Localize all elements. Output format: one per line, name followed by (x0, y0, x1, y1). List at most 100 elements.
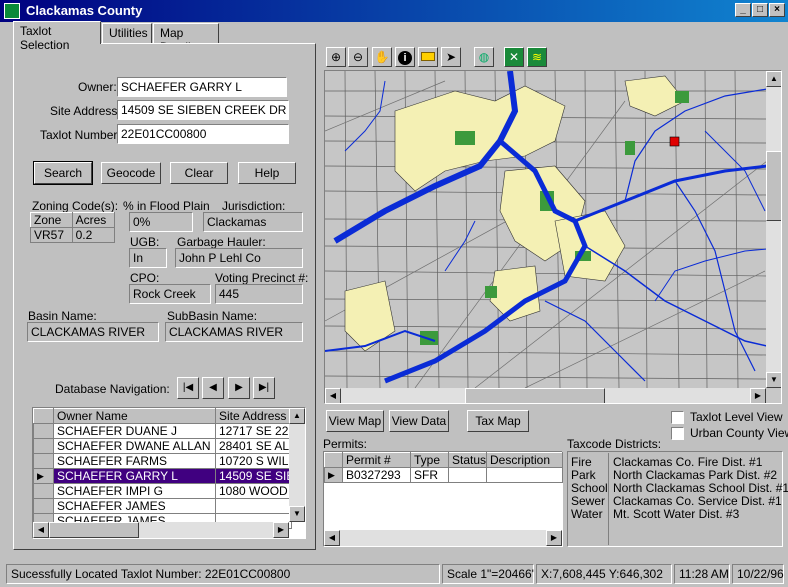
table-row[interactable]: SCHAEFER DWANE ALLAN 28401 SE ALD (33, 438, 292, 454)
permit-number-cell[interactable]: B0327293 (342, 467, 411, 483)
globe-icon[interactable]: ◍ (474, 47, 494, 67)
selected-parcel-marker[interactable] (669, 136, 680, 147)
owner-cell[interactable]: SCHAEFER DWANE ALLAN (53, 438, 216, 454)
zoom-out-icon[interactable]: ⊖ (348, 47, 368, 67)
minimize-button[interactable]: _ (735, 3, 751, 17)
select-arrow-icon[interactable]: ➤ (441, 47, 461, 67)
map-canvas[interactable] (325, 71, 767, 388)
pan-hand-icon[interactable]: ✋ (372, 47, 392, 67)
scroll-left-arrow-icon[interactable]: ◀ (33, 522, 49, 538)
address-cell[interactable]: 10720 S WILD (215, 453, 292, 469)
site-address-field[interactable]: 14509 SE SIEBEN CREEK DR C (117, 100, 289, 120)
cross-tool-icon[interactable]: ✕ (504, 47, 524, 67)
last-record-button[interactable]: ▶| (253, 377, 275, 399)
tab-map-detail[interactable]: Map Detail (153, 23, 219, 54)
urban-county-checkbox[interactable] (671, 427, 684, 440)
taxlot-number-field[interactable]: 22E01CC00800 (117, 124, 289, 144)
permit-description-cell[interactable] (486, 467, 563, 483)
map-view[interactable]: ▲ ▼ ◀ ▶ (324, 70, 782, 404)
permit-number-col-header[interactable]: Permit # (342, 452, 411, 468)
map-hscroll-thumb[interactable] (465, 388, 605, 403)
address-cell[interactable]: 1080 WOOD (215, 483, 292, 499)
scroll-thumb[interactable] (49, 522, 139, 538)
permits-grid[interactable]: Permit # Type Status Description ▶ B0327… (323, 451, 563, 547)
current-row-arrow-icon: ▶ (324, 467, 343, 483)
row-indicator (33, 438, 54, 454)
map-scroll-up-arrow-icon[interactable]: ▲ (766, 71, 781, 87)
address-cell[interactable]: 14509 SE SIEB (215, 468, 292, 484)
help-button[interactable]: Help (238, 162, 296, 184)
table-row[interactable]: ▶ B0327293 SFR (324, 467, 563, 483)
taxcode-kind: Sewer (571, 494, 606, 508)
first-record-button[interactable]: |◀ (177, 377, 199, 399)
zoom-in-icon[interactable]: ⊕ (326, 47, 346, 67)
permit-status-col-header[interactable]: Status (448, 452, 487, 468)
next-record-button[interactable]: ▶ (228, 377, 250, 399)
scroll-right-arrow-icon[interactable]: ▶ (273, 522, 289, 538)
table-row-selected[interactable]: ▶SCHAEFER GARRY L14509 SE SIEB (33, 468, 292, 484)
info-icon[interactable]: i (395, 47, 415, 67)
layers-icon[interactable]: ≋ (527, 47, 547, 67)
row-indicator (33, 423, 54, 439)
voting-precinct-label: Voting Precinct #: (215, 271, 309, 285)
table-row[interactable]: SCHAEFER FARMS 10720 S WILD (33, 453, 292, 469)
table-row[interactable]: SCHAEFER IMPI G 1080 WOOD (33, 483, 292, 499)
owner-cell[interactable]: SCHAEFER JAMES (53, 498, 216, 514)
row-indicator-header (33, 408, 54, 424)
permit-status-cell[interactable] (448, 467, 487, 483)
status-scale: Scale 1"=20466' (442, 564, 534, 584)
view-map-button[interactable]: View Map (326, 410, 384, 432)
site-address-col-header[interactable]: Site Address (215, 408, 292, 424)
scroll-down-arrow-icon[interactable]: ▼ (289, 506, 305, 522)
tab-utilities[interactable]: Utilities (102, 23, 152, 43)
owner-grid-vscrollbar[interactable]: ▲ ▼ (289, 408, 305, 522)
permit-description-col-header[interactable]: Description (486, 452, 563, 468)
permit-type-col-header[interactable]: Type (410, 452, 449, 468)
address-cell[interactable]: 28401 SE ALD (215, 438, 292, 454)
map-vscroll-thumb[interactable] (766, 151, 781, 221)
owner-name-col-header[interactable]: Owner Name (53, 408, 216, 424)
taxcode-district: Mt. Scott Water Dist. #3 (613, 507, 740, 521)
map-scroll-left-arrow-icon[interactable]: ◀ (325, 388, 341, 403)
owner-cell[interactable]: SCHAEFER DUANE J (53, 423, 216, 439)
cpo-field: Rock Creek (129, 284, 211, 304)
owner-cell[interactable]: SCHAEFER FARMS (53, 453, 216, 469)
owner-grid[interactable]: Owner Name Site Address SCHAEFER DUANE J… (32, 407, 306, 539)
prev-record-button[interactable]: ◀ (202, 377, 224, 399)
permits-scroll-right-arrow-icon[interactable]: ▶ (546, 530, 562, 546)
voting-precinct-field: 445 (215, 284, 303, 304)
tab-taxlot-selection[interactable]: Taxlot Selection (13, 21, 101, 52)
acres-value: 0.2 (71, 227, 116, 243)
table-row[interactable]: SCHAEFER JAMES (33, 498, 292, 514)
garbage-hauler-label: Garbage Hauler: (177, 235, 266, 249)
map-scroll-down-arrow-icon[interactable]: ▼ (766, 372, 781, 388)
permits-scroll-left-arrow-icon[interactable]: ◀ (324, 530, 340, 546)
tax-map-button[interactable]: Tax Map (467, 410, 529, 432)
address-cell[interactable] (215, 498, 292, 514)
owner-cell[interactable]: SCHAEFER GARRY L (53, 468, 216, 484)
owner-field[interactable]: SCHAEFER GARRY L (117, 77, 287, 97)
taxlot-level-label: Taxlot Level View (690, 410, 783, 424)
permit-type-cell[interactable]: SFR (410, 467, 449, 483)
clear-button[interactable]: Clear (170, 162, 228, 184)
geocode-button[interactable]: Geocode (101, 162, 161, 184)
basin-name-label: Basin Name: (28, 309, 97, 323)
permit-indicator-header (324, 452, 343, 468)
search-button[interactable]: Search (33, 161, 93, 185)
label-icon[interactable] (418, 47, 438, 67)
flood-plain-label: % in Flood Plain (123, 199, 210, 213)
permits-hscrollbar[interactable]: ◀ ▶ (324, 530, 562, 546)
owner-grid-hscrollbar[interactable]: ◀ ▶ (33, 522, 289, 538)
cpo-label: CPO: (130, 271, 160, 285)
map-vscrollbar[interactable]: ▲ ▼ (766, 71, 781, 388)
address-cell[interactable]: 12717 SE 22N (215, 423, 292, 439)
scroll-up-arrow-icon[interactable]: ▲ (289, 408, 305, 424)
maximize-button[interactable]: □ (752, 3, 768, 17)
taxlot-level-checkbox[interactable] (671, 411, 684, 424)
map-hscrollbar[interactable]: ◀ ▶ (325, 388, 766, 403)
owner-cell[interactable]: SCHAEFER IMPI G (53, 483, 216, 499)
map-scroll-right-arrow-icon[interactable]: ▶ (750, 388, 766, 403)
close-button[interactable]: × (769, 3, 785, 17)
view-data-button[interactable]: View Data (389, 410, 449, 432)
table-row[interactable]: SCHAEFER DUANE J 12717 SE 22N (33, 423, 292, 439)
